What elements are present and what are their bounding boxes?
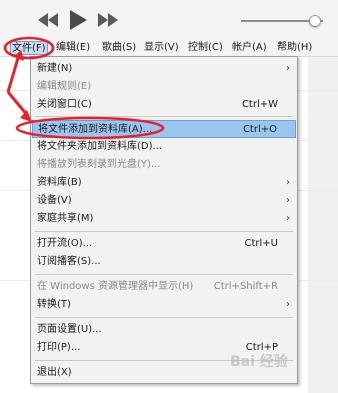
menu-item-convert[interactable]: 转换(T) › — [32, 296, 296, 314]
play-button[interactable] — [66, 10, 90, 30]
submenu-arrow-icon: › — [286, 177, 290, 188]
menu-item-label: 将文件添加到资料库(A)... — [38, 124, 153, 135]
menu-account[interactable]: 帐户(A) — [232, 41, 267, 55]
submenu-arrow-icon: › — [286, 195, 290, 206]
menu-item-shortcut: Ctrl+W — [241, 99, 278, 110]
play-icon — [70, 10, 87, 30]
menu-item-new[interactable]: 新建(N) › — [32, 60, 296, 78]
menu-item-burn-playlist: 将播放列表刻录到光盘(Y)... — [32, 156, 296, 174]
menu-item-library[interactable]: 资料库(B) › — [32, 174, 296, 192]
menu-item-label: 转换(T) — [37, 299, 71, 310]
file-menu-dropdown: 新建(N) › 编辑规则(E) 关闭窗口(C) Ctrl+W 将文件添加到资料库… — [30, 56, 298, 384]
menu-item-shortcut: Ctrl+Shift+R — [213, 281, 278, 292]
menu-item-devices[interactable]: 设备(V) › — [32, 192, 296, 210]
menu-item-label: 订阅播客(S)... — [37, 256, 101, 267]
menu-item-label: 打开流(O)... — [37, 238, 93, 249]
volume-thumb[interactable] — [309, 15, 321, 27]
menu-separator — [35, 317, 293, 318]
menu-item-add-folder-to-library[interactable]: 将文件夹添加到资料库(D)... — [32, 138, 296, 156]
menu-item-label: 退出(X) — [37, 367, 72, 378]
fast-forward-icon — [98, 13, 118, 27]
menu-help[interactable]: 帮助(H) — [277, 41, 312, 55]
menu-edit[interactable]: 编辑(E) — [56, 41, 90, 55]
menu-item-close-window[interactable]: 关闭窗口(C) Ctrl+W — [32, 96, 296, 114]
menu-item-label: 新建(N) — [37, 63, 73, 74]
menu-item-label: 将文件夹添加到资料库(D)... — [37, 141, 163, 152]
submenu-arrow-icon: › — [286, 299, 290, 310]
submenu-arrow-icon: › — [286, 63, 290, 74]
previous-button[interactable] — [36, 10, 60, 30]
menu-bar: 文件(F) 编辑(E) 歌曲(S) 显示(V) 控制(C) 帐户(A) 帮助(H… — [0, 40, 338, 57]
volume-slider[interactable] — [241, 15, 323, 27]
menu-item-shortcut: Ctrl+O — [242, 124, 277, 135]
annotation-arrow-line — [6, 57, 20, 93]
menu-separator — [35, 231, 293, 232]
submenu-arrow-icon: › — [286, 213, 290, 224]
menu-item-label: 页面设置(U)... — [37, 324, 102, 335]
menu-song[interactable]: 歌曲(S) — [102, 41, 136, 55]
menu-item-label: 编辑规则(E) — [37, 81, 92, 92]
menu-view[interactable]: 显示(V) — [144, 41, 179, 55]
annotation-arrow-line — [6, 91, 30, 117]
menu-item-label: 关闭窗口(C) — [37, 99, 92, 110]
menu-item-show-in-explorer: 在 Windows 资源管理器中显示(H) Ctrl+Shift+R — [32, 278, 296, 296]
menu-item-label: 将播放列表刻录到光盘(Y)... — [37, 159, 161, 170]
player-toolbar — [0, 0, 338, 40]
menu-controls[interactable]: 控制(C) — [188, 41, 223, 55]
rewind-icon — [38, 13, 58, 27]
menu-item-label: 家庭共享(M) — [37, 213, 94, 224]
menu-item-subscribe-podcast[interactable]: 订阅播客(S)... — [32, 253, 296, 271]
next-button[interactable] — [96, 10, 120, 30]
menu-item-open-stream[interactable]: 打开流(O)... Ctrl+U — [32, 235, 296, 253]
menu-item-label: 资料库(B) — [37, 177, 82, 188]
watermark: Bai 经验 — [230, 354, 288, 370]
menu-item-label: 设备(V) — [37, 195, 72, 206]
menu-item-page-setup[interactable]: 页面设置(U)... — [32, 321, 296, 339]
menu-item-shortcut: Ctrl+U — [244, 238, 279, 249]
menu-item-label: 在 Windows 资源管理器中显示(H) — [37, 281, 194, 292]
menu-file[interactable]: 文件(F) — [10, 41, 48, 55]
menu-item-edit-rules: 编辑规则(E) — [32, 78, 296, 96]
menu-separator — [35, 116, 293, 117]
background-pane — [308, 57, 338, 393]
menu-separator — [35, 274, 293, 275]
menu-item-add-file-to-library[interactable]: 将文件添加到资料库(A)... Ctrl+O — [32, 120, 296, 138]
menu-item-label: 打印(P)... — [37, 342, 81, 353]
menu-item-home-sharing[interactable]: 家庭共享(M) › — [32, 210, 296, 228]
